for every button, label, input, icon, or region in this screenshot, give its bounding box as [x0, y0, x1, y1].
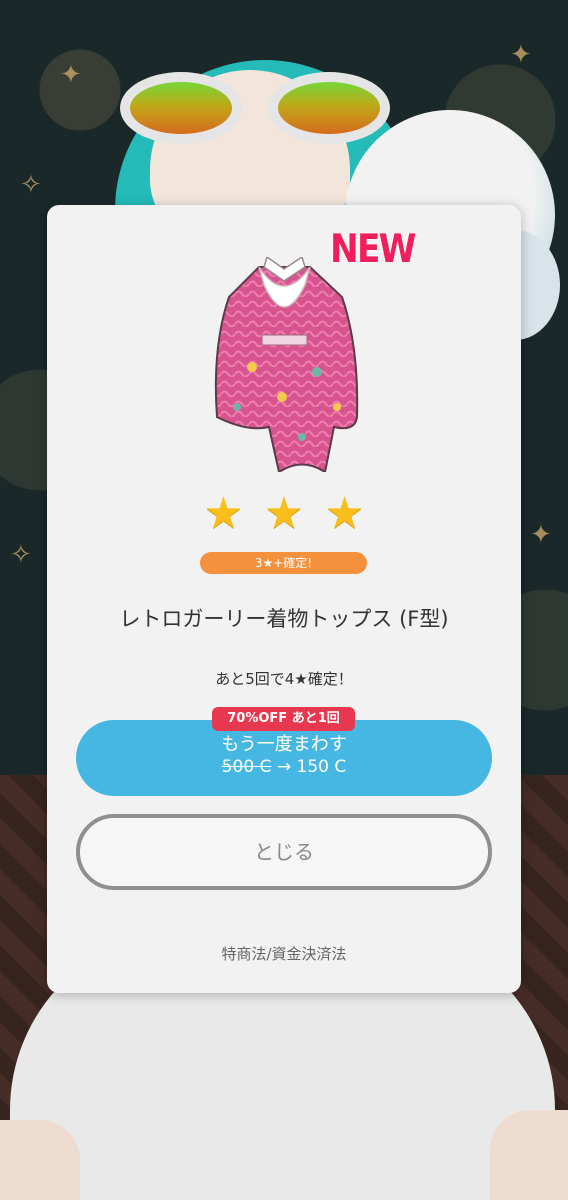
guarantee-badge: 3★+確定!	[200, 552, 367, 574]
star-icon: ★	[203, 488, 244, 539]
new-badge: NEW	[330, 227, 417, 272]
item-name: レトロガーリー着物トップス (F型)	[119, 607, 449, 631]
spin-again-button[interactable]: もう一度まわす 500 C → 150 C	[76, 720, 492, 796]
price-arrow-icon: →	[276, 757, 292, 777]
star-icon: ★	[264, 488, 304, 539]
star-icon: ★	[324, 488, 365, 539]
discount-badge: 70%OFF あと1回	[212, 707, 355, 731]
pity-counter-text: あと5回で4★確定！	[215, 670, 353, 688]
spin-price: 500 C → 150 C	[76, 756, 492, 778]
spin-again-label: もう一度まわす	[221, 734, 347, 755]
rarity-stars: ★ ★ ★	[47, 490, 521, 538]
old-price: 500 C	[221, 757, 272, 777]
new-price: 150 C	[296, 757, 347, 777]
close-button[interactable]: とじる	[76, 814, 492, 890]
legal-notice-link[interactable]: 特商法/資金決済法	[47, 943, 521, 964]
gacha-result-dialog: NEW ★ ★ ★ 3★+確定! レトロガーリー着物トップス (F型) あと5回…	[47, 205, 521, 993]
kimono-top-icon	[214, 257, 359, 472]
